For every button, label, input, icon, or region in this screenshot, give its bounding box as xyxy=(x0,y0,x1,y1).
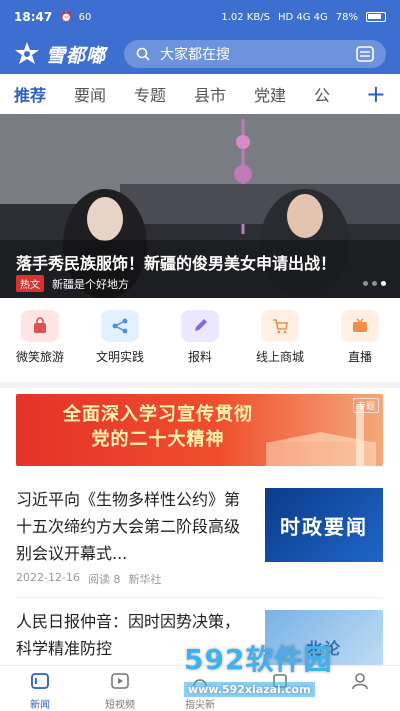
signal-indicator: HD 4G 4G xyxy=(277,11,328,23)
tab-recommend[interactable]: 推荐 xyxy=(14,82,74,106)
tab-party[interactable]: 党建 xyxy=(254,82,314,106)
news-date: 2022-12-16 xyxy=(16,571,80,584)
quick-link-report[interactable]: 报料 xyxy=(165,310,235,374)
carousel-dots xyxy=(363,281,386,286)
hot-tag: 热文 xyxy=(16,275,44,292)
news-icon xyxy=(31,673,49,689)
search-bar[interactable]: 大家都在搜 xyxy=(124,40,386,68)
topic-tag: 专题 xyxy=(352,398,379,413)
search-icon xyxy=(136,47,150,61)
banner-source: 新疆是个好地方 xyxy=(52,277,129,291)
tab-counties[interactable]: 县市 xyxy=(194,82,254,106)
tab-topics[interactable]: 专题 xyxy=(134,82,194,106)
tv-icon xyxy=(341,310,379,342)
quick-links: 微笑旅游 文明实践 报料 线上商城 直播 xyxy=(0,310,400,374)
category-tabs: 推荐 要闻 专题 县市 党建 公 + xyxy=(0,74,400,114)
net-speed: 1.02 KB/S xyxy=(221,11,270,23)
snowflake-icon xyxy=(15,42,39,64)
app-name: 雪都嘟 xyxy=(46,44,107,67)
app-header: 雪都嘟 大家都在搜 xyxy=(0,34,400,74)
quick-link-mall[interactable]: 线上商城 xyxy=(245,310,315,374)
bag-icon xyxy=(21,310,59,342)
featured-banner[interactable]: 落手秀民族服饰！新疆的俊男美女申请出战！ 热文 新疆是个好地方 xyxy=(0,114,400,298)
scan-icon[interactable] xyxy=(356,46,374,62)
tab-headlines[interactable]: 要闻 xyxy=(74,82,134,106)
quick-link-live[interactable]: 直播 xyxy=(325,310,395,374)
app-logo[interactable]: 雪都嘟 xyxy=(14,41,106,68)
share-icon xyxy=(101,310,139,342)
quick-link-label: 文明实践 xyxy=(95,350,144,364)
add-tab-button[interactable]: + xyxy=(366,80,386,108)
tabbar-video[interactable]: 短视频 xyxy=(80,666,160,711)
status-time: 18:47 xyxy=(14,10,53,24)
quick-link-tourism[interactable]: 微笑旅游 xyxy=(5,310,75,374)
news-item[interactable]: 习近平向《生物多样性公约》第十五次缔约方大会第二阶段高级别会议开幕式... 20… xyxy=(16,486,383,587)
cart-icon xyxy=(261,310,299,342)
quick-link-civic[interactable]: 文明实践 xyxy=(85,310,155,374)
news-reads: 阅读 8 xyxy=(87,573,121,586)
quick-link-label: 微笑旅游 xyxy=(15,350,64,364)
promo-line-2: 党的二十大精神 xyxy=(91,429,225,450)
status-badge: 60 xyxy=(78,11,92,23)
promo-line-1: 全面深入学习宣传贯彻 xyxy=(63,404,253,425)
site-watermark: 592软件园 www.592xiazai.com xyxy=(184,643,333,697)
section-divider xyxy=(0,382,400,388)
news-source: 新华社 xyxy=(128,573,162,586)
quick-link-label: 直播 xyxy=(347,350,372,364)
list-divider xyxy=(16,597,383,598)
battery-icon xyxy=(366,12,386,22)
tabbar-news[interactable]: 新闻 xyxy=(0,666,80,711)
battery-percent: 78% xyxy=(335,11,358,23)
news-title: 习近平向《生物多样性公约》第十五次缔约方大会第二阶段高级别会议开幕式... xyxy=(16,490,241,563)
banner-title: 落手秀民族服饰！新疆的俊男美女申请出战！ xyxy=(16,254,337,273)
quick-link-label: 报料 xyxy=(187,350,212,364)
quick-link-label: 线上商城 xyxy=(255,350,304,364)
news-thumbnail: 时政要闻 xyxy=(265,488,383,562)
alarm-icon: ⏰ xyxy=(60,11,73,23)
search-placeholder: 大家都在搜 xyxy=(160,47,231,63)
pencil-icon xyxy=(181,310,219,342)
promo-banner[interactable]: 全面深入学习宣传贯彻 党的二十大精神 专题 xyxy=(16,394,383,466)
status-bar: 18:47 ⏰ 60 1.02 KB/S HD 4G 4G 78% xyxy=(0,0,400,34)
video-icon xyxy=(111,673,129,689)
